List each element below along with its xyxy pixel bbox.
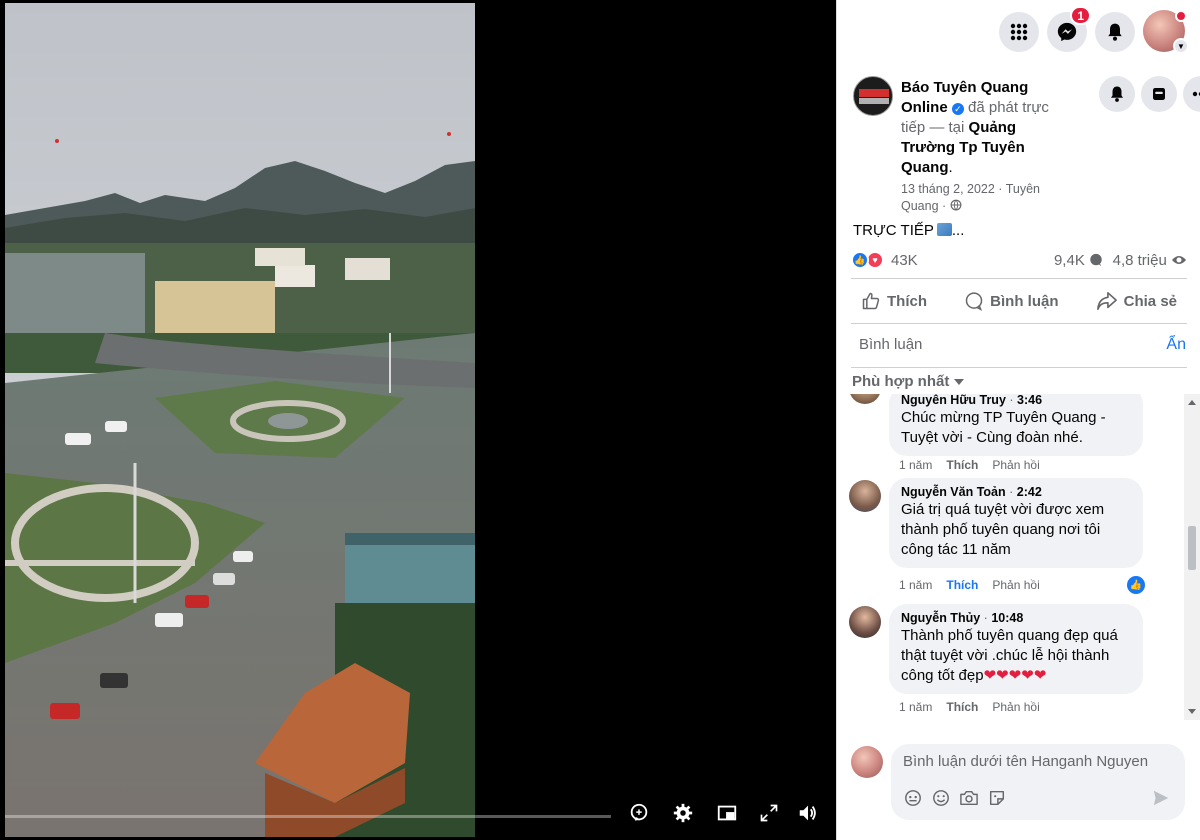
post-stats: 👍 ♥ 43K 9,4K 4,8 triệu	[851, 250, 1187, 272]
comment-input[interactable]	[903, 753, 1173, 770]
eye-icon	[1172, 256, 1186, 264]
save-post-button[interactable]	[1141, 76, 1177, 112]
caret-down-icon	[953, 379, 964, 385]
comment-actions: 1 năm Thích Phản hồi	[899, 458, 1040, 472]
notifications-bell-icon[interactable]	[1095, 12, 1135, 52]
bell-icon	[1111, 86, 1123, 102]
profile-avatar[interactable]: ▼	[1143, 10, 1189, 54]
comment-age[interactable]: 1 năm	[899, 458, 932, 472]
reaction-count[interactable]: 43K	[891, 252, 918, 269]
scroll-down-arrow-icon[interactable]	[1188, 709, 1196, 714]
verified-badge-icon: ✓	[951, 103, 964, 115]
comment-reply-button[interactable]: Phản hồi	[992, 458, 1039, 472]
comment-text: Giá trị quá tuyệt vời được xem thành phố…	[901, 501, 1105, 558]
page-logo[interactable]	[853, 76, 893, 116]
comment-composer	[851, 744, 1191, 824]
picture-in-picture-icon[interactable]	[714, 800, 740, 826]
video-seekbar[interactable]	[5, 815, 611, 818]
thumbs-up-icon	[862, 292, 880, 310]
comment-time[interactable]: 2:42	[1017, 485, 1042, 499]
comment-count[interactable]: 9,4K	[1054, 252, 1103, 269]
comment-bubble-icon	[1090, 253, 1102, 267]
comment-actions: 1 năm Thích Phản hồi	[899, 700, 1040, 714]
volume-icon[interactable]	[795, 800, 821, 826]
follow-bell-button[interactable]	[1099, 76, 1135, 112]
comments-scrollbar[interactable]	[1184, 394, 1200, 720]
messenger-button[interactable]: 1	[1047, 6, 1091, 52]
video-frame[interactable]	[5, 3, 475, 837]
comment-like-button[interactable]: Thích	[946, 458, 978, 472]
archive-box-icon	[1153, 88, 1165, 100]
fullscreen-icon[interactable]	[756, 800, 782, 826]
messenger-icon	[1057, 22, 1077, 42]
comment-button[interactable]: Bình luận	[964, 291, 1058, 311]
send-icon[interactable]	[1151, 788, 1171, 808]
messenger-badge: 1	[1070, 6, 1091, 25]
comment-age[interactable]: 1 năm	[899, 578, 932, 592]
share-button[interactable]: Chia sẻ	[1096, 291, 1177, 311]
sticker-icon[interactable]	[987, 788, 1007, 808]
commenter-avatar[interactable]	[849, 480, 881, 512]
comment-icon	[965, 292, 983, 311]
scroll-up-arrow-icon[interactable]	[1188, 400, 1196, 405]
comment-time[interactable]: 10:48	[991, 611, 1023, 625]
avatar-sticker-icon[interactable]	[903, 788, 923, 808]
more-options-button[interactable]	[1183, 76, 1200, 112]
post-actions-bar: Thích Bình luận Chia sẻ	[851, 278, 1187, 324]
ellipsis-icon	[1192, 91, 1200, 97]
menu-grid-icon[interactable]	[999, 12, 1039, 52]
divider	[851, 367, 1187, 368]
comment-author[interactable]: Nguyễn Văn Toản	[901, 485, 1006, 499]
hide-comments-link[interactable]: Ẩn	[1166, 336, 1186, 354]
post-date: 13 tháng 2, 2022 · Tuyên Quang ·	[901, 182, 1040, 213]
tv-emoji-icon	[936, 223, 952, 236]
comment-bubble: Nguyễn Văn Toản · 2:42 Giá trị quá tuyệt…	[889, 478, 1143, 568]
comment-like-button[interactable]: Thích	[946, 578, 978, 592]
comment-time[interactable]: 3:46	[1017, 394, 1042, 407]
comment-like-reaction-icon[interactable]: 👍	[1127, 576, 1145, 594]
composer-avatar[interactable]	[851, 746, 883, 778]
post-side-panel: 1 ▼ Báo Tuyên Quang Online ✓ đã phát trự…	[836, 0, 1200, 840]
comment-author[interactable]: Nguyễn Thủy	[901, 611, 980, 625]
comment-age[interactable]: 1 năm	[899, 700, 932, 714]
share-arrow-icon	[1096, 292, 1117, 310]
comment-like-button[interactable]: Thích	[946, 700, 978, 714]
settings-gear-icon[interactable]	[670, 800, 696, 826]
chevron-down-icon: ▼	[1173, 38, 1189, 54]
composer-box[interactable]	[891, 744, 1185, 820]
post-caption: TRỰC TIẾP...	[853, 222, 965, 239]
reactions-summary[interactable]: 👍 ♥	[851, 251, 887, 269]
like-button[interactable]: Thích	[861, 291, 927, 311]
comments-list[interactable]: Nguyễn Hữu Truy · 3:46 Chúc mừng TP Tuyê…	[837, 394, 1185, 720]
post-meta: Báo Tuyên Quang Online ✓ đã phát trực ti…	[901, 79, 1049, 176]
facebook-live-viewer: 1 ▼ Báo Tuyên Quang Online ✓ đã phát trự…	[0, 0, 1200, 840]
comment-actions: 1 năm Thích Phản hồi	[899, 578, 1040, 592]
comment-text: Chúc mừng TP Tuyên Quang - Tuyệt vời - C…	[901, 409, 1106, 446]
globe-icon	[950, 199, 962, 211]
hearts-emoji-icon: ❤❤❤❤❤	[983, 667, 1047, 684]
comment-reply-button[interactable]: Phản hồi	[992, 578, 1039, 592]
comment-reply-button[interactable]: Phản hồi	[992, 700, 1039, 714]
comment-author[interactable]: Nguyễn Hữu Truy	[901, 394, 1006, 407]
comment-bubble: Nguyễn Hữu Truy · 3:46 Chúc mừng TP Tuyê…	[889, 394, 1143, 456]
sort-dropdown[interactable]: Phù hợp nhất	[852, 373, 964, 390]
view-count: 4,8 triệu	[1113, 252, 1187, 269]
commenter-avatar[interactable]	[849, 394, 881, 404]
comments-label: Bình luận	[859, 336, 923, 353]
emoji-icon[interactable]	[931, 788, 951, 808]
scrollbar-thumb[interactable]	[1188, 526, 1196, 570]
avatar-notification-dot	[1175, 10, 1187, 22]
camera-icon[interactable]	[959, 788, 979, 808]
like-reaction-icon: 👍	[851, 251, 869, 269]
video-player[interactable]	[0, 0, 836, 840]
top-nav: 1 ▼	[837, 0, 1200, 62]
captions-icon[interactable]	[626, 800, 652, 826]
commenter-avatar[interactable]	[849, 606, 881, 638]
comment-bubble: Nguyễn Thủy · 10:48 Thành phố tuyên quan…	[889, 604, 1143, 694]
